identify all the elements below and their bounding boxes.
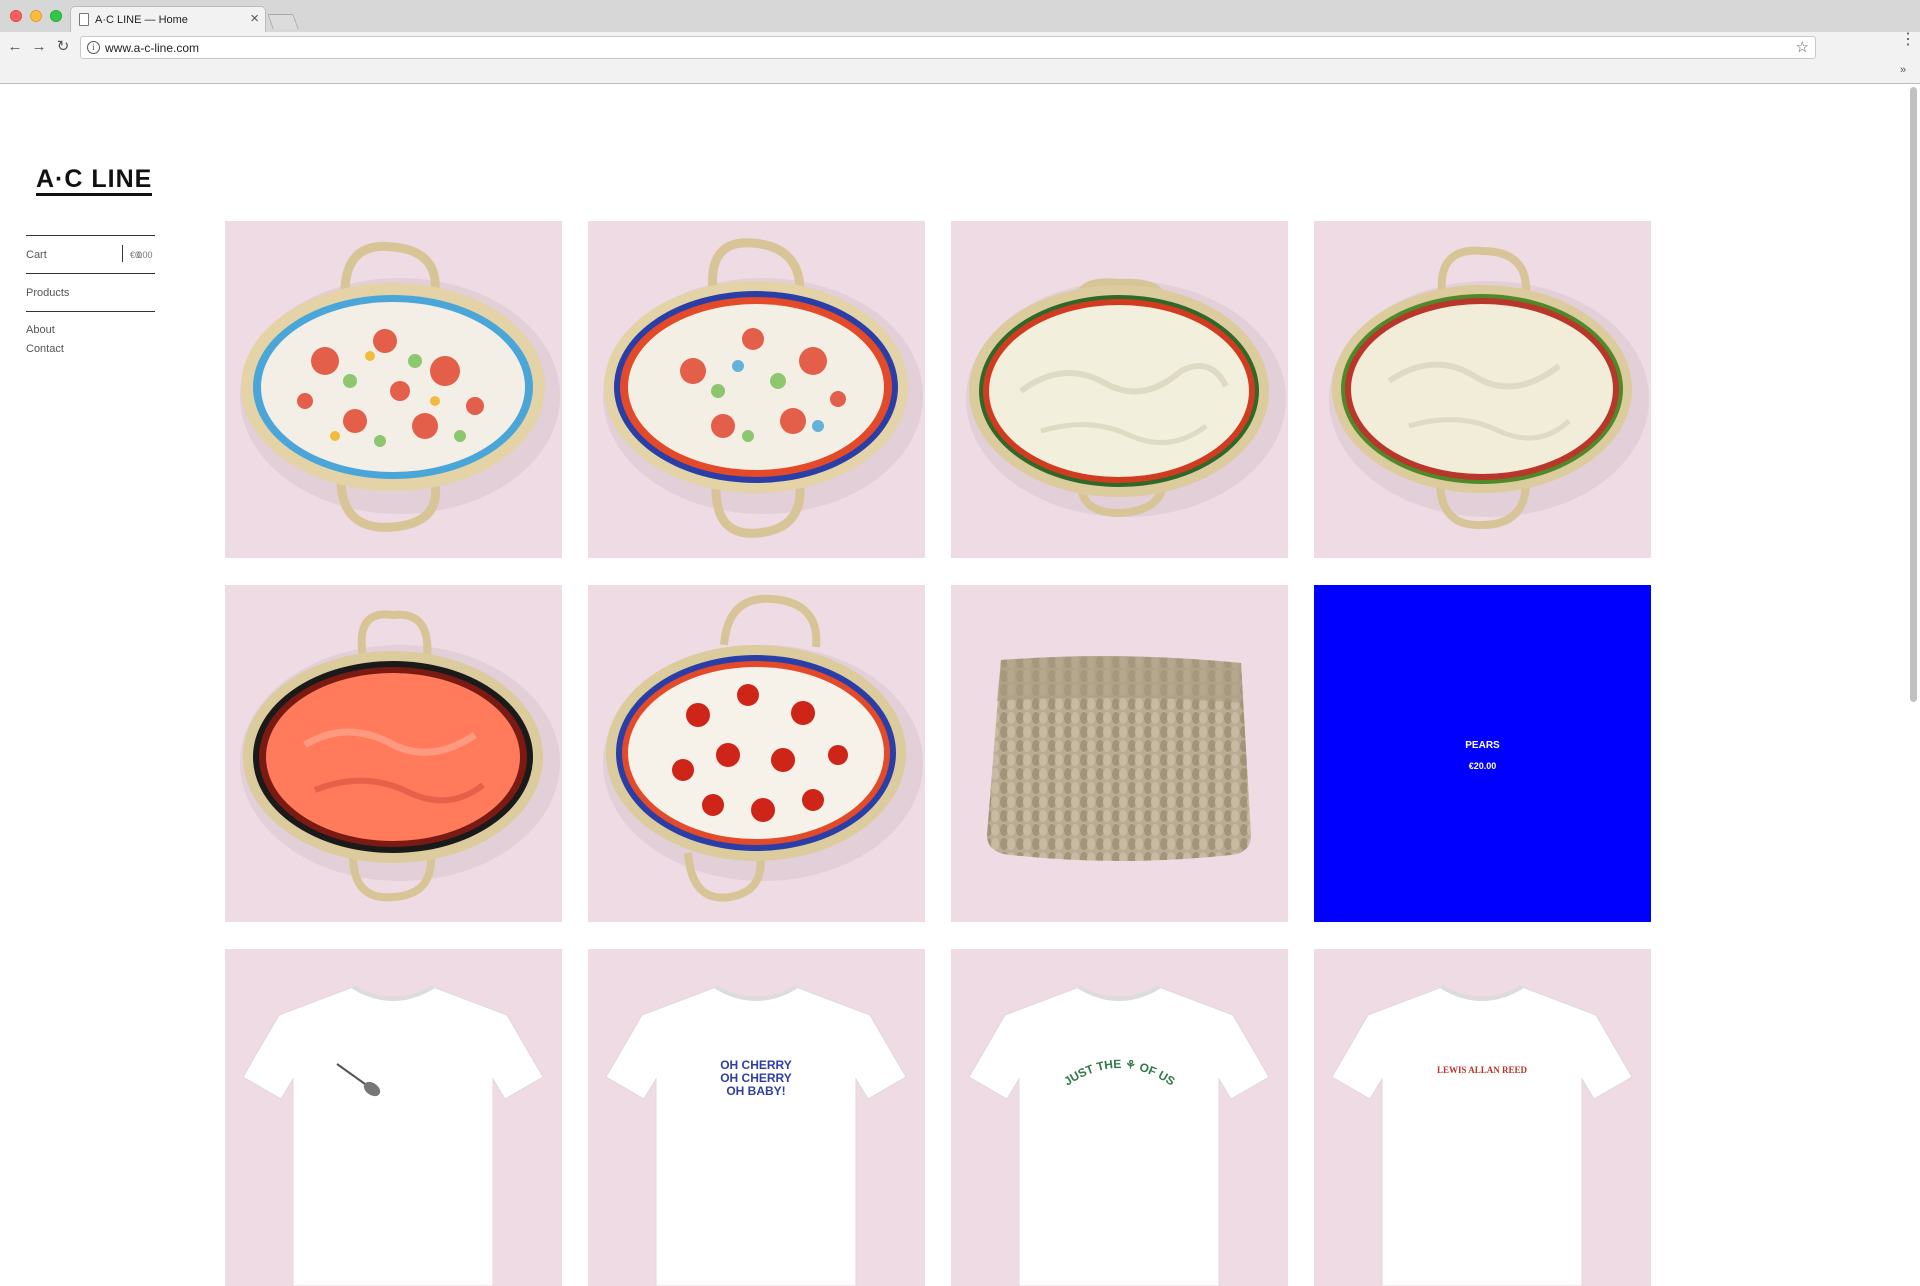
- back-button[interactable]: ←: [6, 38, 24, 56]
- tshirt-image: OH CHERRY OH CHERRY OH BABY!: [605, 985, 907, 1286]
- site-info-icon[interactable]: i: [87, 41, 100, 54]
- cart-total: €0.00: [130, 250, 153, 260]
- product-tile-tshirt-lewis[interactable]: LEWIS ALLAN REED: [1314, 949, 1651, 1286]
- print-line-1: OH CHERRY: [720, 1058, 792, 1072]
- tshirt-image: LEWIS ALLAN REED: [1331, 985, 1633, 1286]
- reload-button[interactable]: ↻: [54, 38, 72, 56]
- product-tile-pears[interactable]: [1314, 585, 1651, 922]
- cart-divider: [122, 245, 123, 262]
- browser-tab[interactable]: A·C LINE — Home ×: [70, 6, 266, 32]
- basket-image: [603, 238, 923, 538]
- product-tile-basket-coral[interactable]: [225, 585, 562, 922]
- site-logo[interactable]: A·C LINE: [36, 166, 153, 196]
- knit-pouch-image: [987, 656, 1251, 861]
- browser-chrome: A·C LINE — Home × ← → ↻ i www.a-c-line.c…: [0, 0, 1920, 84]
- bookmark-star-icon[interactable]: ☆: [1796, 38, 1809, 56]
- cart-label: Cart: [26, 249, 47, 261]
- cart-link[interactable]: Cart 0 €0.00: [26, 236, 155, 273]
- product-tile-tshirt-just-the[interactable]: JUST THE ⚘ OF US: [951, 949, 1288, 1286]
- extensions-overflow-icon[interactable]: »: [1900, 64, 1906, 76]
- product-tile-basket-red-flowers[interactable]: [588, 585, 925, 922]
- scrollbar-thumb[interactable]: [1910, 87, 1917, 702]
- forward-button[interactable]: →: [30, 38, 48, 56]
- maximize-window-button[interactable]: [50, 10, 62, 22]
- new-tab-button[interactable]: [267, 14, 299, 29]
- minimize-window-button[interactable]: [30, 10, 42, 22]
- print-line-3: OH BABY!: [726, 1084, 785, 1098]
- url-text[interactable]: www.a-c-line.com: [105, 41, 199, 55]
- nav-about[interactable]: About: [26, 324, 155, 343]
- close-window-button[interactable]: [10, 10, 22, 22]
- page-scrollbar[interactable]: [1908, 85, 1918, 1122]
- tab-close-icon[interactable]: ×: [250, 10, 259, 28]
- nav-contact[interactable]: Contact: [26, 343, 155, 362]
- basket-image: [966, 278, 1286, 518]
- page-icon: [79, 13, 89, 26]
- nav-products[interactable]: Products: [26, 274, 155, 311]
- browser-menu-icon[interactable]: ⋮: [1900, 32, 1916, 48]
- product-tile-tshirt-oh-cherry[interactable]: OH CHERRY OH CHERRY OH BABY!: [588, 949, 925, 1286]
- tshirt-image: JUST THE ⚘ OF US: [968, 985, 1270, 1286]
- product-tile-basket-cream-green[interactable]: [1314, 221, 1651, 558]
- basket-image: [603, 594, 923, 902]
- basket-image: [240, 241, 560, 532]
- print-line-2: OH CHERRY: [720, 1071, 792, 1085]
- print-text: LEWIS ALLAN REED: [1437, 1065, 1528, 1075]
- product-tile-basket-cream[interactable]: [951, 221, 1288, 558]
- sidebar-nav: Cart 0 €0.00 Products About Contact: [26, 235, 155, 362]
- address-bar[interactable]: i www.a-c-line.com ☆: [80, 36, 1816, 59]
- product-tile-basket-floral-blue[interactable]: [588, 221, 925, 558]
- product-tile-knit-pouch[interactable]: [951, 585, 1288, 922]
- tshirt-image: [242, 985, 544, 1286]
- basket-image: [1329, 246, 1649, 530]
- product-tile-basket-floral[interactable]: [225, 221, 562, 558]
- tab-title: A·C LINE — Home: [95, 14, 188, 26]
- basket-image: [240, 610, 560, 902]
- product-tile-tshirt-spoon[interactable]: [225, 949, 562, 1286]
- tab-strip: A·C LINE — Home ×: [0, 0, 1920, 32]
